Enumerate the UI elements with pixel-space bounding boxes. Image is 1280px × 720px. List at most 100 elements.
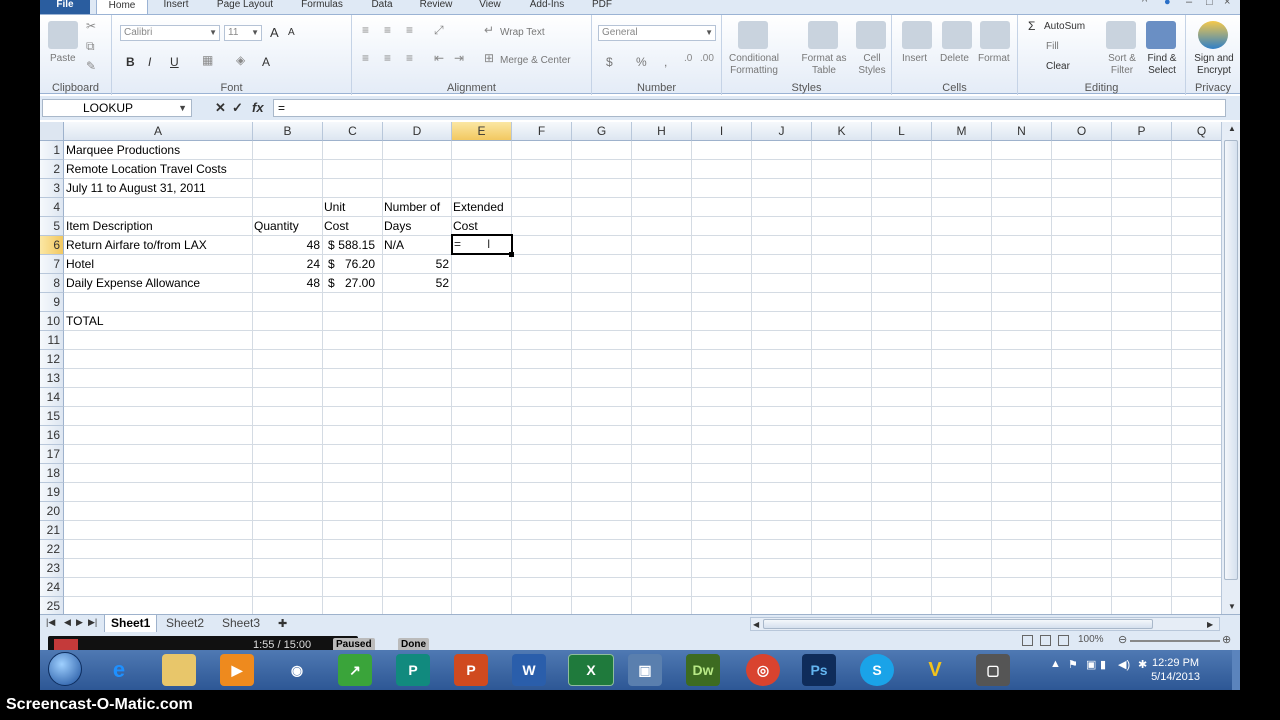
scroll-up-icon[interactable]: ▲: [1228, 124, 1236, 133]
insert-cells-button[interactable]: Insert: [902, 53, 927, 64]
column-header-p[interactable]: P: [1112, 122, 1172, 141]
align-left-icon[interactable]: ≡: [362, 51, 369, 65]
row-header[interactable]: 11: [40, 331, 64, 350]
format-as-table-button[interactable]: Format as Table: [798, 53, 850, 77]
row-header[interactable]: 17: [40, 445, 64, 464]
wrap-text-icon[interactable]: ↵: [484, 23, 494, 37]
currency-button[interactable]: $: [606, 55, 613, 69]
paste-icon[interactable]: [48, 21, 78, 49]
row-header[interactable]: 1: [40, 141, 64, 160]
comma-button[interactable]: ,: [664, 55, 667, 69]
cell-b6[interactable]: 48: [253, 236, 320, 255]
cell-c7[interactable]: 76.20: [323, 255, 375, 274]
sign-encrypt-icon[interactable]: [1198, 21, 1228, 49]
tab-insert[interactable]: Insert: [154, 0, 198, 14]
cell-e4[interactable]: Extended: [453, 198, 504, 217]
percent-button[interactable]: %: [636, 55, 647, 69]
format-cells-button[interactable]: Format: [978, 53, 1010, 64]
fill-handle[interactable]: [509, 252, 514, 257]
sheet-tab-sheet3[interactable]: Sheet3: [216, 615, 266, 633]
column-header-j[interactable]: J: [752, 122, 812, 141]
scroll-right-icon[interactable]: ▶: [1207, 620, 1213, 629]
row-header[interactable]: 22: [40, 540, 64, 559]
cell-d5[interactable]: Days: [384, 217, 411, 236]
row-header[interactable]: 24: [40, 578, 64, 597]
row-header[interactable]: 20: [40, 502, 64, 521]
tab-file[interactable]: File: [40, 0, 90, 14]
worksheet-grid[interactable]: A B C D E F G H I J K L M N O P Q 1 2 3 …: [40, 122, 1221, 614]
conditional-formatting-icon[interactable]: [738, 21, 768, 49]
align-top-icon[interactable]: ≡: [362, 23, 369, 37]
increase-indent-icon[interactable]: ⇥: [454, 51, 464, 65]
insert-cells-icon[interactable]: [902, 21, 932, 49]
decrease-decimal-icon[interactable]: .00: [700, 53, 714, 64]
font-color-button[interactable]: A: [262, 55, 270, 69]
snipping-tool-icon[interactable]: ▢: [976, 654, 1010, 686]
cancel-icon[interactable]: ✕: [215, 100, 226, 116]
row-header[interactable]: 16: [40, 426, 64, 445]
insert-sheet-icon[interactable]: ✚: [278, 617, 287, 630]
sort-filter-icon[interactable]: [1106, 21, 1136, 49]
cell-a5[interactable]: Item Description: [66, 217, 153, 236]
start-button[interactable]: [48, 652, 82, 686]
cell-a1[interactable]: Marquee Productions: [66, 141, 180, 160]
row-header[interactable]: 7: [40, 255, 64, 274]
font-size-combo[interactable]: 11 ▼: [224, 25, 262, 41]
volume-icon[interactable]: ◀): [1118, 658, 1130, 671]
window-restore-icon[interactable]: □: [1206, 0, 1213, 8]
cell-a8[interactable]: Daily Expense Allowance: [66, 274, 200, 293]
shrink-font-button[interactable]: A: [288, 27, 295, 38]
row-header[interactable]: 12: [40, 350, 64, 369]
window-close-icon[interactable]: ×: [1224, 0, 1230, 8]
delete-cells-icon[interactable]: [942, 21, 972, 49]
column-header-a[interactable]: A: [64, 122, 253, 141]
autosum-icon[interactable]: Σ: [1028, 19, 1035, 33]
row-header[interactable]: 5: [40, 217, 64, 236]
cell-d6[interactable]: N/A: [384, 236, 404, 255]
minimize-ribbon-icon[interactable]: ^: [1142, 0, 1147, 8]
zoom-out-icon[interactable]: ⊖: [1118, 633, 1127, 646]
column-header-e[interactable]: E: [452, 122, 512, 141]
cell-c5[interactable]: Cost: [324, 217, 349, 236]
column-header-b[interactable]: B: [253, 122, 323, 141]
find-select-button[interactable]: Find & Select: [1142, 53, 1182, 77]
row-header[interactable]: 2: [40, 160, 64, 179]
formula-input[interactable]: =: [273, 99, 1226, 117]
delete-cells-button[interactable]: Delete: [940, 53, 969, 64]
excel-icon[interactable]: X: [568, 654, 614, 686]
cell-styles-button[interactable]: Cell Styles: [852, 53, 892, 77]
row-header[interactable]: 23: [40, 559, 64, 578]
network-status-icon[interactable]: ▮: [1100, 658, 1106, 671]
cell-d7[interactable]: 52: [383, 255, 449, 274]
tab-page-layout[interactable]: Page Layout: [210, 0, 280, 14]
prev-sheet-icon[interactable]: ◀: [64, 617, 71, 628]
align-center-icon[interactable]: ≡: [384, 51, 391, 65]
sheet-tab-sheet2[interactable]: Sheet2: [160, 615, 210, 633]
cell-a2[interactable]: Remote Location Travel Costs: [66, 160, 227, 179]
windows-explorer-icon[interactable]: [162, 654, 196, 686]
row-header[interactable]: 21: [40, 521, 64, 540]
column-header-d[interactable]: D: [383, 122, 452, 141]
row-header-selected[interactable]: 6: [40, 236, 64, 255]
row-header[interactable]: 15: [40, 407, 64, 426]
powerpoint-icon[interactable]: P: [454, 654, 488, 686]
horizontal-scrollbar[interactable]: ◀ ▶: [750, 617, 1220, 631]
column-header-l[interactable]: L: [872, 122, 932, 141]
vertical-scrollbar[interactable]: ▲ ▼: [1221, 122, 1240, 614]
format-as-table-icon[interactable]: [808, 21, 838, 49]
decrease-indent-icon[interactable]: ⇤: [434, 51, 444, 65]
increase-decimal-icon[interactable]: .0: [684, 53, 692, 64]
word-icon[interactable]: W: [512, 654, 546, 686]
row-header[interactable]: 13: [40, 369, 64, 388]
internet-explorer-icon[interactable]: e: [102, 654, 136, 686]
find-select-icon[interactable]: [1146, 21, 1176, 49]
underline-button[interactable]: U: [170, 55, 179, 69]
borders-icon[interactable]: ▦: [202, 53, 213, 67]
tab-data[interactable]: Data: [362, 0, 402, 14]
next-sheet-icon[interactable]: ▶: [76, 617, 83, 628]
cell-c8[interactable]: 27.00: [323, 274, 375, 293]
bluetooth-icon[interactable]: ✱: [1138, 658, 1147, 671]
tray-expand-icon[interactable]: ▲: [1050, 658, 1061, 670]
system-clock[interactable]: 12:29 PM 5/14/2013: [1151, 656, 1200, 684]
column-header-o[interactable]: O: [1052, 122, 1112, 141]
